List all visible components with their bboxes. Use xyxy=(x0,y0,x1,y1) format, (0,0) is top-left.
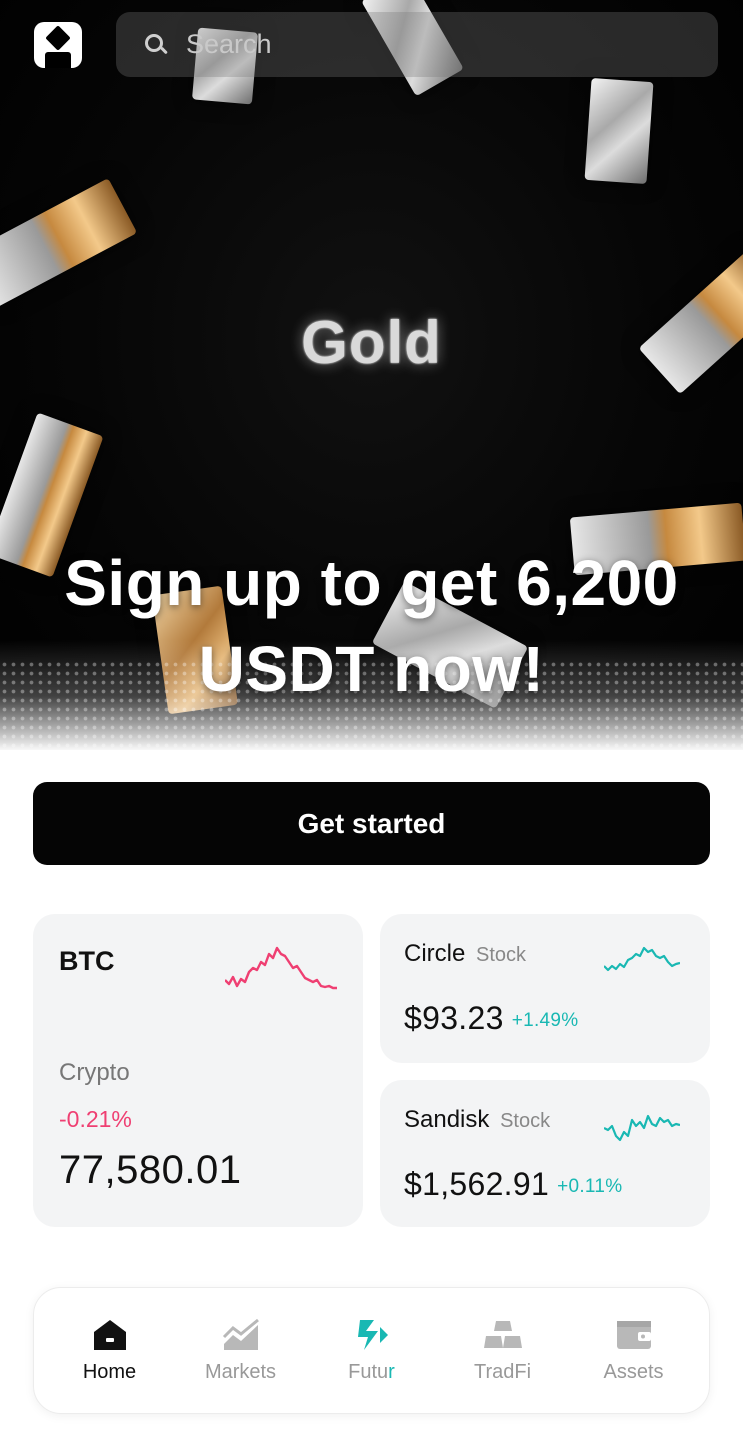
sandisk-price-row: $1,562.91 +0.11% xyxy=(404,1166,622,1203)
btc-sparkline-icon xyxy=(225,946,337,990)
sandisk-name: Sandisk xyxy=(404,1106,490,1133)
circle-title: Circle Stock xyxy=(404,940,526,968)
search-icon xyxy=(144,33,168,57)
sandisk-tag: Stock xyxy=(500,1110,551,1132)
logo-base-shape xyxy=(45,52,71,68)
nav-label-markets: Markets xyxy=(204,1361,277,1383)
nav-item-tradfi[interactable]: TradFi xyxy=(443,1317,563,1384)
nav-label-assets: Assets xyxy=(603,1361,664,1383)
home-icon xyxy=(93,1320,126,1350)
futures-icon xyxy=(357,1320,388,1350)
sandisk-price: $1,562.91 xyxy=(404,1166,550,1202)
logo-diamond-shape xyxy=(45,25,71,51)
nav-label-futures-main: Futu xyxy=(348,1361,389,1383)
app-logo[interactable] xyxy=(34,22,82,68)
btc-category: Crypto xyxy=(59,1059,130,1086)
circle-change: +1.49% xyxy=(511,1010,579,1031)
sandisk-sparkline-icon xyxy=(604,1114,680,1142)
nav-label-futures-accent: r xyxy=(388,1361,395,1383)
btc-price: 77,580.01 xyxy=(59,1148,242,1192)
get-started-button[interactable]: Get started xyxy=(33,782,710,865)
circle-name: Circle xyxy=(404,940,466,967)
gold-bars-icon xyxy=(483,1321,522,1348)
hero-decor-bar xyxy=(0,178,138,308)
btc-card[interactable]: BTC Crypto -0.21% 77,580.01 xyxy=(33,914,363,1227)
nav-item-home[interactable]: Home xyxy=(50,1317,170,1384)
search-placeholder: Search xyxy=(186,29,272,59)
nav-label-home: Home xyxy=(82,1361,137,1383)
nav-label-tradfi: TradFi xyxy=(473,1361,532,1383)
nav-item-markets[interactable]: Markets xyxy=(181,1317,301,1384)
nav-label-futures: Futur xyxy=(348,1361,395,1384)
nav-item-futures[interactable]: Futur xyxy=(312,1317,432,1384)
bottom-nav: Home Markets Futur TradFi Assets xyxy=(33,1287,710,1414)
wallet-icon xyxy=(616,1321,651,1349)
circle-sparkline-icon xyxy=(604,946,680,972)
hero-decor-bar xyxy=(584,77,654,185)
circle-stock-card[interactable]: Circle Stock $93.23 +1.49% xyxy=(380,914,710,1063)
circle-tag: Stock xyxy=(476,944,527,966)
hero-banner[interactable]: Gold Sign up to get 6,200 USDT now! xyxy=(0,0,743,750)
markets-icon xyxy=(222,1318,259,1350)
sandisk-change: +0.11% xyxy=(557,1176,623,1197)
btc-change: -0.21% xyxy=(59,1106,132,1132)
sandisk-title: Sandisk Stock xyxy=(404,1106,550,1134)
btc-symbol: BTC xyxy=(59,946,115,976)
nav-item-assets[interactable]: Assets xyxy=(574,1317,694,1384)
sandisk-stock-card[interactable]: Sandisk Stock $1,562.91 +0.11% xyxy=(380,1080,710,1227)
hero-gold-word: Gold xyxy=(301,309,442,376)
search-input[interactable]: Search xyxy=(116,12,718,77)
circle-price-row: $93.23 +1.49% xyxy=(404,1000,578,1037)
circle-price: $93.23 xyxy=(404,1000,504,1036)
hero-headline: Sign up to get 6,200 USDT now! xyxy=(64,547,679,705)
